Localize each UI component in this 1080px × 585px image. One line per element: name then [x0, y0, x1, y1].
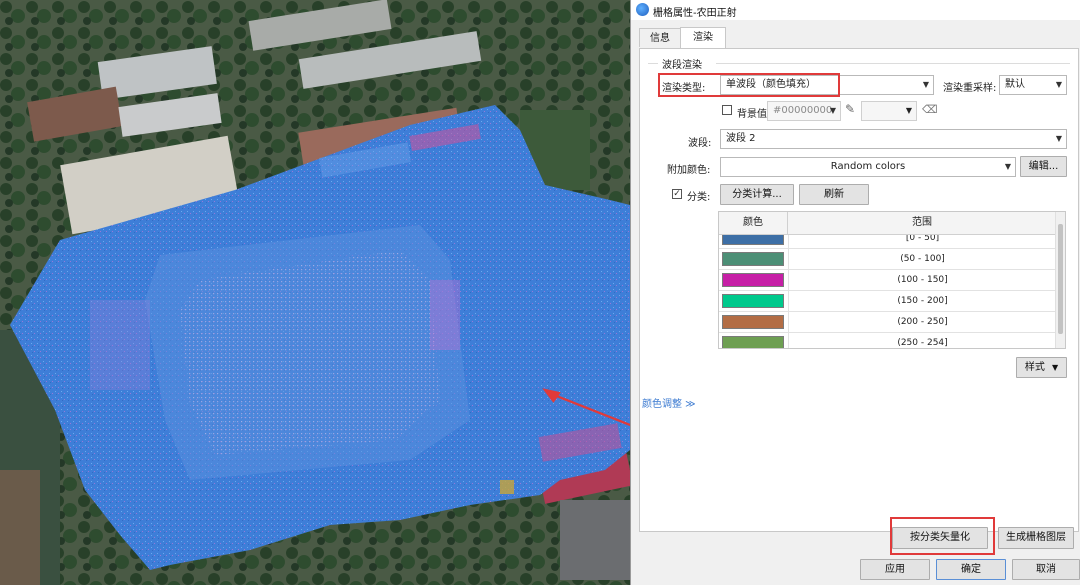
edit-colors-button[interactable]: 编辑... [1020, 156, 1067, 177]
color-swatch[interactable] [722, 294, 784, 308]
tab-info[interactable]: 信息 [639, 28, 681, 47]
classification-table[interactable]: [0 - 50] (50 - 100] (100 - 150] (150 - 200]… [718, 211, 1066, 349]
chevron-down-icon: ▼ [922, 80, 929, 89]
render-panel: 波段渲染 渲染类型: 单波段（颜色填充） ▼ 渲染重采样: 默认 ▼ 背景值 #… [639, 48, 1079, 555]
section-divider [716, 63, 1070, 64]
section-divider [648, 63, 658, 64]
background-checkbox[interactable] [722, 105, 732, 115]
band-select[interactable]: 波段 2 ▼ [720, 129, 1067, 149]
style-button-label: 样式 [1024, 362, 1045, 373]
range-cell: (250 - 254] [788, 333, 1056, 348]
tab-render[interactable]: 渲染 [680, 27, 726, 48]
band-label: 波段: [688, 138, 712, 149]
color-adjust-link[interactable]: 颜色调整 ≫ [642, 395, 696, 410]
raster-properties-dialog: 栅格属性-农田正射 信息 渲染 波段渲染 渲染类型: 单波段（颜色填充） ▼ 渲… [630, 0, 1080, 585]
chevron-down-icon: ▼ [1052, 363, 1059, 372]
ok-button[interactable]: 确定 [936, 559, 1006, 580]
header-range: 范围 [912, 217, 932, 228]
chevron-down-icon: ▼ [829, 106, 836, 115]
render-type-select[interactable]: 单波段（颜色填充） ▼ [720, 75, 934, 95]
background-value: #00000000 [773, 105, 833, 116]
eyedropper-icon[interactable]: ✎ [845, 102, 855, 116]
table-row[interactable]: (150 - 200] [719, 291, 1057, 312]
app-icon [636, 3, 649, 16]
satellite-map [0, 0, 630, 585]
scroll-thumb[interactable] [1058, 224, 1063, 334]
table-scrollbar[interactable] [1055, 212, 1065, 348]
table-row[interactable]: (50 - 100] [719, 249, 1057, 270]
generate-raster-layer-button[interactable]: 生成栅格图层 [998, 527, 1074, 549]
extra-color-select[interactable]: Random colors ▼ [720, 157, 1016, 177]
resample-select[interactable]: 默认 ▼ [999, 75, 1067, 95]
color-swatch[interactable] [722, 273, 784, 287]
section-title: 波段渲染 [662, 60, 702, 71]
header-color: 颜色 [719, 212, 788, 234]
vectorize-by-class-button[interactable]: 按分类矢量化 [892, 527, 988, 549]
extra-color-value: Random colors [830, 161, 906, 172]
dialog-title: 栅格属性-农田正射 [653, 8, 737, 19]
table-header: 颜色 范围 [719, 212, 1057, 235]
background-label: 背景值 [737, 109, 767, 120]
chevron-down-icon: ▼ [1004, 162, 1011, 171]
render-type-label: 渲染类型: [662, 83, 706, 94]
background-color-select[interactable]: ▼ [861, 101, 917, 121]
classify-label: 分类: [687, 192, 711, 203]
classify-checkbox[interactable]: ✓ [672, 189, 682, 199]
apply-button[interactable]: 应用 [860, 559, 930, 580]
table-body: [0 - 50] (50 - 100] (100 - 150] (150 - 200]… [719, 228, 1057, 348]
resample-value: 默认 [1005, 79, 1025, 90]
table-row[interactable]: (200 - 250] [719, 312, 1057, 333]
extra-color-label: 附加颜色: [667, 165, 711, 176]
clear-icon[interactable]: ⌫ [922, 103, 938, 116]
table-row[interactable]: (250 - 254] [719, 333, 1057, 348]
range-cell: (150 - 200] [788, 291, 1056, 311]
classify-compute-button[interactable]: 分类计算... [720, 184, 794, 205]
cancel-button[interactable]: 取消 [1012, 559, 1080, 580]
chevron-down-icon: ▼ [905, 106, 912, 115]
range-cell: (100 - 150] [788, 270, 1056, 290]
color-swatch[interactable] [722, 336, 784, 348]
refresh-button[interactable]: 刷新 [799, 184, 869, 205]
render-type-value: 单波段（颜色填充） [726, 79, 816, 90]
band-value: 波段 2 [726, 133, 756, 144]
background-value-select[interactable]: #00000000 ▼ [767, 101, 841, 121]
chevron-down-icon: ▼ [1055, 80, 1062, 89]
range-cell: (200 - 250] [788, 312, 1056, 332]
color-swatch[interactable] [722, 315, 784, 329]
chevron-down-icon: ▼ [1055, 134, 1062, 143]
map-view[interactable] [0, 0, 630, 585]
table-row[interactable]: (100 - 150] [719, 270, 1057, 291]
title-bar[interactable]: 栅格属性-农田正射 [631, 0, 1080, 20]
style-button[interactable]: 样式 ▼ [1016, 357, 1067, 378]
color-swatch[interactable] [722, 252, 784, 266]
range-cell: (50 - 100] [788, 249, 1056, 269]
resample-label: 渲染重采样: [943, 83, 997, 94]
